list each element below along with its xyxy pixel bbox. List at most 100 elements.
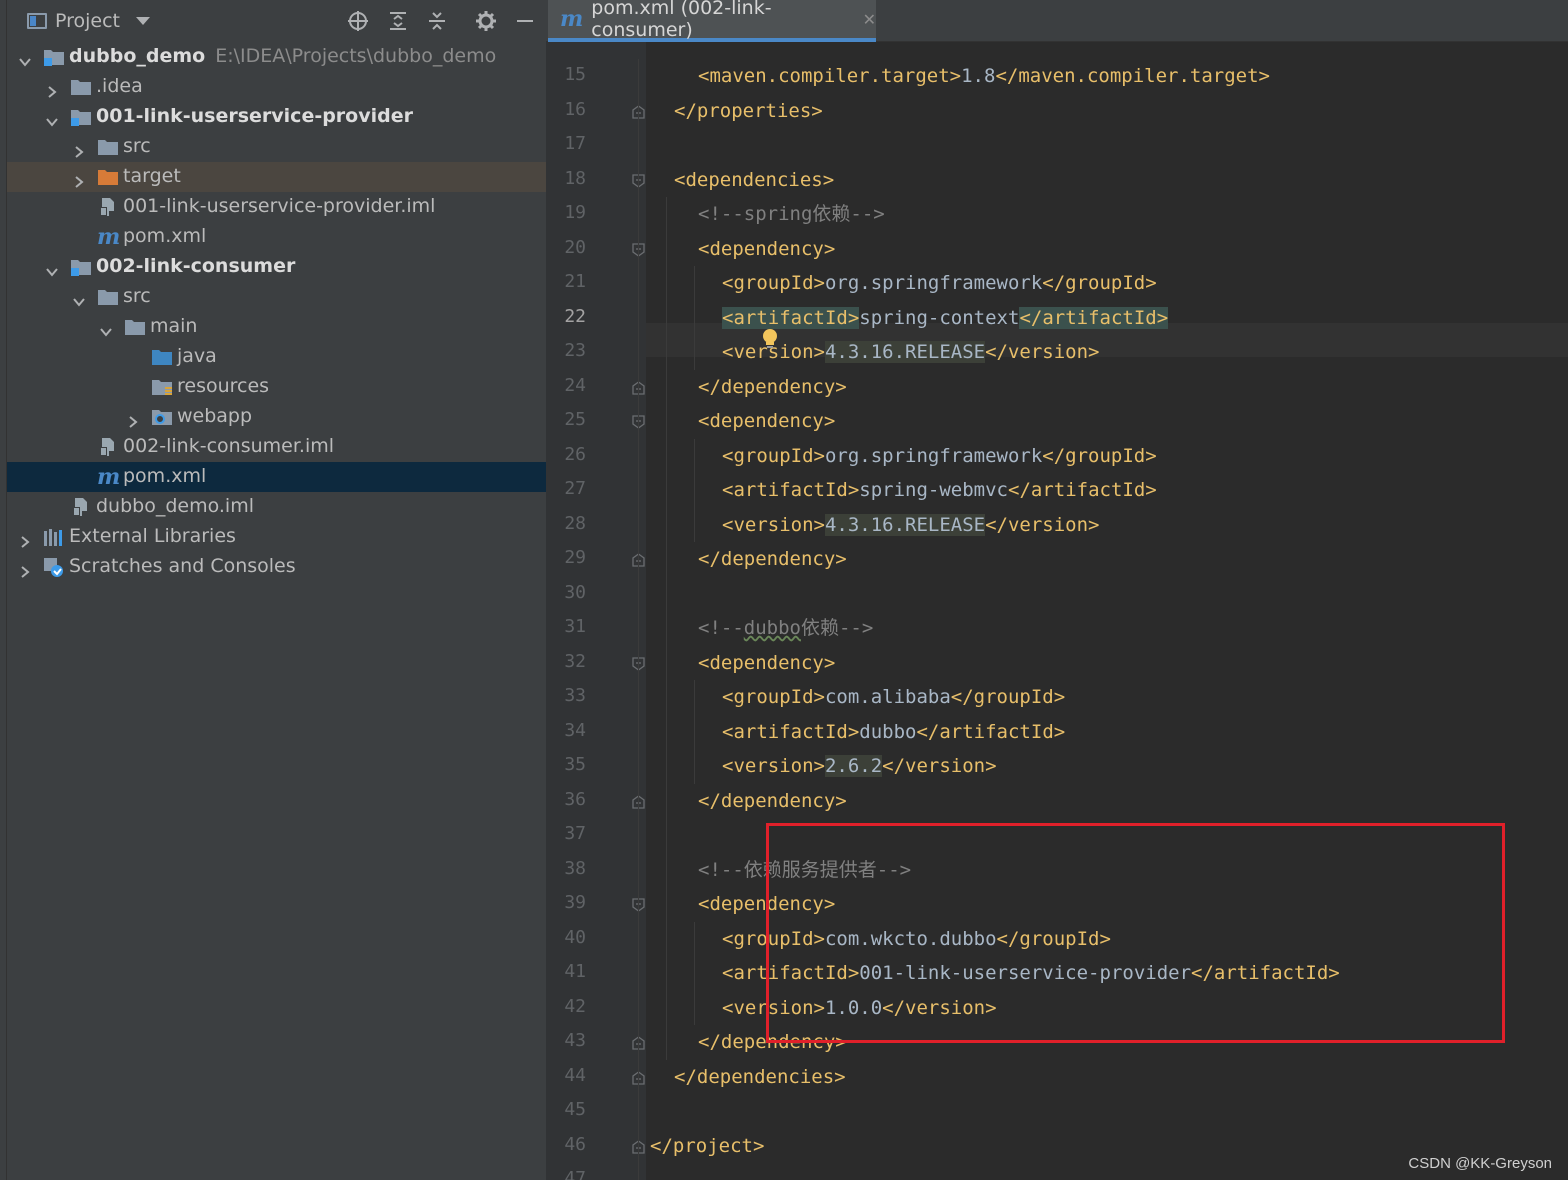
line-number[interactable]: 36 <box>546 783 586 817</box>
line-number[interactable]: 37 <box>546 817 586 851</box>
gear-icon[interactable] <box>475 10 497 32</box>
code-editor[interactable]: <maven.compiler.target>1.8</maven.compil… <box>638 42 1568 1180</box>
close-icon[interactable]: ✕ <box>863 10 876 29</box>
tree-item[interactable]: 002-link-consumer.iml <box>7 432 546 462</box>
tree-item[interactable]: dubbo_demo E:\IDEA\Projects\dubbo_demo <box>7 42 546 72</box>
code-line[interactable]: </dependency> <box>698 370 847 404</box>
line-number[interactable]: 33 <box>546 679 586 713</box>
code-line[interactable]: <artifactId>dubbo</artifactId> <box>722 715 1065 749</box>
code-line[interactable]: <version>4.3.16.RELEASE</version> <box>722 508 1100 542</box>
project-tree[interactable]: dubbo_demo E:\IDEA\Projects\dubbo_demo .id… <box>7 42 546 582</box>
line-number[interactable]: 45 <box>546 1093 586 1127</box>
code-line[interactable]: </properties> <box>674 94 823 128</box>
chevron-down-icon[interactable] <box>136 17 151 25</box>
code-line[interactable]: <dependency> <box>698 646 835 680</box>
code-line[interactable]: </dependency> <box>698 784 847 818</box>
code-line[interactable]: </project> <box>650 1129 764 1163</box>
lightbulb-icon[interactable] <box>760 327 780 351</box>
tree-item[interactable]: .idea <box>7 72 546 102</box>
tree-item[interactable]: 001-link-userservice-provider.iml <box>7 192 546 222</box>
tree-item[interactable]: 002-link-consumer <box>7 252 546 282</box>
line-number[interactable]: 26 <box>546 438 586 472</box>
chevron-right-icon[interactable] <box>19 531 31 548</box>
chevron-down-icon[interactable] <box>46 111 58 127</box>
line-number[interactable]: 25 <box>546 403 586 437</box>
code-line[interactable]: <dependency> <box>698 404 835 438</box>
line-number[interactable]: 31 <box>546 610 586 644</box>
tree-item[interactable]: m pom.xml <box>7 222 546 252</box>
chevron-down-icon[interactable] <box>73 291 85 307</box>
line-number[interactable]: 15 <box>546 58 586 92</box>
tree-item[interactable]: Scratches and Consoles <box>7 552 546 582</box>
tree-item[interactable]: External Libraries <box>7 522 546 552</box>
line-number[interactable]: 34 <box>546 714 586 748</box>
line-number[interactable]: 22 <box>546 300 586 334</box>
line-number[interactable]: 29 <box>546 541 586 575</box>
chevron-right-icon[interactable] <box>73 141 85 158</box>
chevron-down-icon[interactable] <box>19 51 31 67</box>
line-number[interactable]: 35 <box>546 748 586 782</box>
collapse-all-icon[interactable] <box>426 10 448 32</box>
tree-item[interactable]: webapp <box>7 402 546 432</box>
code-line[interactable]: <groupId>org.springframework</groupId> <box>722 439 1157 473</box>
tree-item[interactable]: m pom.xml <box>7 462 546 492</box>
tree-item-label: src <box>123 135 151 157</box>
line-number[interactable]: 43 <box>546 1024 586 1058</box>
tree-item[interactable]: java <box>7 342 546 372</box>
code-line[interactable]: <dependencies> <box>674 163 834 197</box>
line-number[interactable]: 28 <box>546 507 586 541</box>
code-line[interactable]: <dependency> <box>698 232 835 266</box>
line-number[interactable]: 40 <box>546 921 586 955</box>
chevron-right-icon[interactable] <box>127 411 139 428</box>
code-token: <dependency> <box>698 410 836 432</box>
line-number[interactable]: 39 <box>546 886 586 920</box>
code-line[interactable]: <groupId>org.springframework</groupId> <box>722 266 1157 300</box>
code-line[interactable]: </dependency> <box>698 542 847 576</box>
code-line[interactable]: <version>2.6.2</version> <box>722 749 997 783</box>
line-number[interactable]: 30 <box>546 576 586 610</box>
code-line[interactable]: <groupId>com.alibaba</groupId> <box>722 680 1065 714</box>
editor-area[interactable]: m pom.xml (002-link-consumer) ✕ 15 16 17 18… <box>546 0 1568 1180</box>
code-line[interactable]: </dependencies> <box>674 1060 846 1094</box>
line-number[interactable]: 19 <box>546 196 586 230</box>
code-line[interactable]: <artifactId>spring-context</artifactId> <box>722 301 1169 335</box>
line-number[interactable]: 24 <box>546 369 586 403</box>
editor-tab-pom-xml[interactable]: m pom.xml (002-link-consumer) ✕ <box>548 0 876 42</box>
line-number[interactable]: 32 <box>546 645 586 679</box>
line-number[interactable]: 47 <box>546 1162 586 1180</box>
tree-item[interactable]: resources <box>7 372 546 402</box>
tree-item[interactable]: src <box>7 282 546 312</box>
tree-item[interactable]: src <box>7 132 546 162</box>
tree-item[interactable]: main <box>7 312 546 342</box>
line-number[interactable]: 17 <box>546 127 586 161</box>
project-panel-title[interactable]: Project <box>55 10 120 32</box>
line-number[interactable]: 42 <box>546 990 586 1024</box>
code-line[interactable]: <maven.compiler.target>1.8</maven.compil… <box>698 59 1270 93</box>
expand-all-icon[interactable] <box>387 10 409 32</box>
line-number[interactable]: 20 <box>546 231 586 265</box>
chevron-down-icon[interactable] <box>100 321 112 337</box>
code-line[interactable]: <!--spring依赖--> <box>698 197 885 231</box>
minimize-icon[interactable] <box>514 10 536 32</box>
code-line[interactable]: <!--dubbo依赖--> <box>698 611 873 645</box>
line-number[interactable]: 18 <box>546 162 586 196</box>
line-number[interactable]: 23 <box>546 334 586 368</box>
code-line[interactable]: <artifactId>spring-webmvc</artifactId> <box>722 473 1157 507</box>
resources-folder-icon <box>151 377 173 397</box>
chevron-right-icon[interactable] <box>19 561 31 578</box>
chevron-right-icon[interactable] <box>73 171 85 188</box>
chevron-right-icon[interactable] <box>46 81 58 98</box>
tree-item[interactable]: dubbo_demo.iml <box>7 492 546 522</box>
line-number[interactable]: 46 <box>546 1128 586 1162</box>
line-number[interactable]: 44 <box>546 1059 586 1093</box>
tree-item[interactable]: target <box>7 162 546 192</box>
chevron-down-icon[interactable] <box>46 261 58 277</box>
line-number[interactable]: 21 <box>546 265 586 299</box>
line-number[interactable]: 38 <box>546 852 586 886</box>
line-number-gutter[interactable]: 15 16 17 18 19 20 21 22 23 24 25 26 27 28 29 30 31 32 33 34… <box>546 42 646 1180</box>
locate-icon[interactable] <box>347 10 369 32</box>
line-number[interactable]: 16 <box>546 93 586 127</box>
tree-item[interactable]: 001-link-userservice-provider <box>7 102 546 132</box>
line-number[interactable]: 27 <box>546 472 586 506</box>
line-number[interactable]: 41 <box>546 955 586 989</box>
